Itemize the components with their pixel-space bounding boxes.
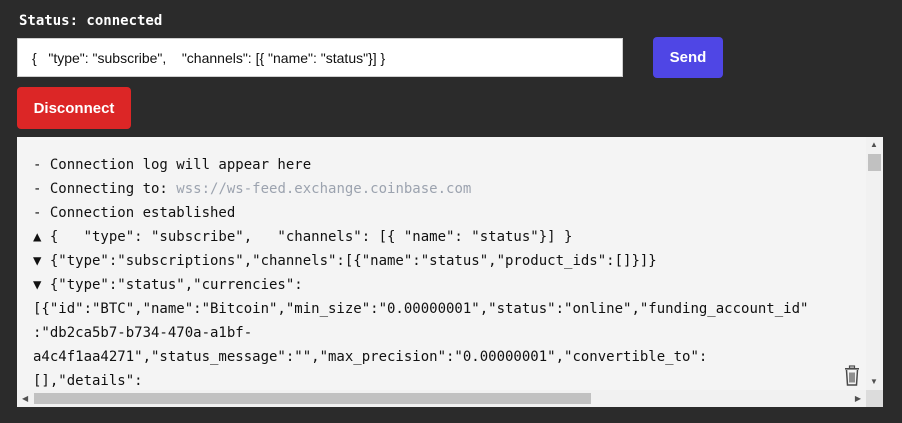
horizontal-scrollbar[interactable]: ◀ ▶ xyxy=(17,390,866,407)
disconnect-button[interactable]: Disconnect xyxy=(17,87,131,129)
connection-log[interactable]: - Connection log will appear here - Conn… xyxy=(17,137,883,407)
connection-status: Status: connected xyxy=(19,13,163,29)
websocket-url: wss://ws-feed.exchange.coinbase.com xyxy=(176,181,472,197)
log-line: a4c4f1aa4271","status_message":"","max_p… xyxy=(33,349,708,365)
log-line: - Connection established xyxy=(33,205,236,221)
scroll-down-icon[interactable]: ▼ xyxy=(870,377,878,387)
scrollbar-corner xyxy=(866,390,883,407)
horizontal-scroll-thumb[interactable] xyxy=(34,393,591,404)
vertical-scrollbar[interactable]: ▲ ▼ xyxy=(866,137,883,390)
scroll-up-icon[interactable]: ▲ xyxy=(870,140,878,150)
log-line: :"db2ca5b7-b734-470a-a1bf- xyxy=(33,325,253,341)
vertical-scroll-thumb[interactable] xyxy=(868,154,881,171)
log-line: - Connecting to: wss://ws-feed.exchange.… xyxy=(33,177,848,201)
log-line-received: ▼ {"type":"subscriptions","channels":[{"… xyxy=(33,253,657,269)
log-line: [{"id":"BTC","name":"Bitcoin","min_size"… xyxy=(33,301,809,317)
log-line: - Connection log will appear here xyxy=(33,157,312,173)
log-line-prefix: - Connecting to: xyxy=(33,181,177,197)
log-line-sent: ▲ { "type": "subscribe", "channels": [{ … xyxy=(33,229,573,245)
log-lines: - Connection log will appear here - Conn… xyxy=(33,153,848,393)
send-button[interactable]: Send xyxy=(653,37,723,78)
scroll-right-icon[interactable]: ▶ xyxy=(855,393,861,404)
message-input[interactable] xyxy=(17,38,623,77)
scroll-left-icon[interactable]: ◀ xyxy=(22,393,28,404)
log-line-received: ▼ {"type":"status","currencies": xyxy=(33,277,303,293)
trash-icon[interactable] xyxy=(842,365,862,387)
